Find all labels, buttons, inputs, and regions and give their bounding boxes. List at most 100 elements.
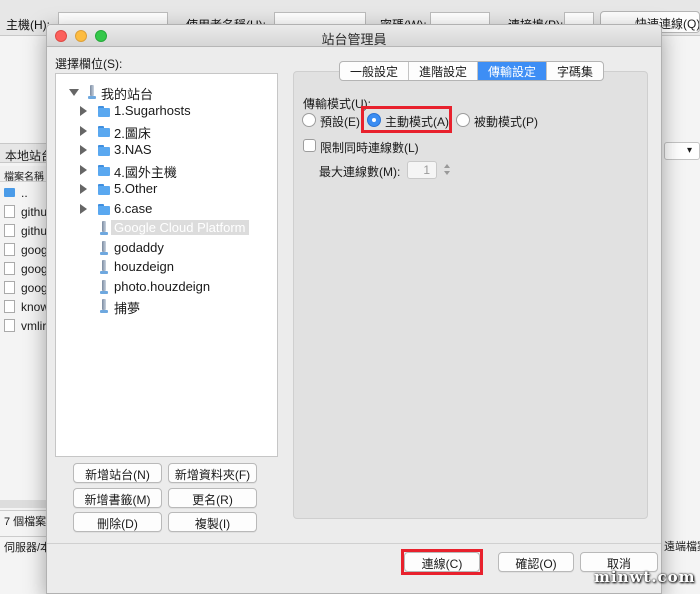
file-icon bbox=[4, 262, 15, 275]
tab-transfer-settings[interactable]: 傳輸設定 bbox=[478, 62, 548, 80]
remote-path-dropdown[interactable]: ▾ bbox=[664, 142, 700, 160]
tree-item-label: houzdeign bbox=[114, 259, 174, 274]
remote-pane bbox=[662, 36, 700, 594]
tree-folder-item[interactable]: 2.圖床 bbox=[56, 122, 276, 141]
tree-folder-item[interactable]: 4.國外主機 bbox=[56, 161, 276, 180]
active-mode-highlight bbox=[361, 106, 452, 133]
host-label: 主機(H): bbox=[6, 18, 50, 32]
local-file-name: goog bbox=[21, 262, 46, 276]
tree-root[interactable]: 我的站台 bbox=[56, 83, 276, 102]
new-site-button[interactable]: 新增站台(N) bbox=[73, 463, 162, 483]
tab-advanced[interactable]: 進階設定 bbox=[409, 62, 479, 80]
tree-folder-item[interactable]: 1.Sugarhosts bbox=[56, 102, 276, 121]
connect-highlight bbox=[401, 549, 483, 575]
expand-icon[interactable] bbox=[80, 106, 87, 116]
new-folder-button[interactable]: 新增資料夾(F) bbox=[168, 463, 257, 483]
new-bookmark-button[interactable]: 新增書籤(M) bbox=[73, 488, 162, 508]
limit-connections-label[interactable]: 限制同時連線數(L) bbox=[320, 139, 419, 156]
tab-general[interactable]: 一般設定 bbox=[340, 62, 410, 80]
file-icon bbox=[4, 300, 15, 313]
mode-passive-radio[interactable] bbox=[456, 113, 470, 127]
folder-icon bbox=[4, 188, 15, 197]
local-file-row[interactable]: githu bbox=[0, 222, 46, 240]
max-connections-input[interactable]: 1 bbox=[407, 161, 437, 179]
copy-button[interactable]: 複製(I) bbox=[168, 512, 257, 532]
local-file-row[interactable]: know bbox=[0, 298, 46, 316]
local-file-name: goog bbox=[21, 243, 46, 257]
local-file-name: vmlir bbox=[21, 319, 46, 333]
tree-item-label: 4.國外主機 bbox=[114, 164, 177, 180]
folder-icon bbox=[98, 184, 110, 195]
file-icon bbox=[4, 319, 15, 332]
server-icon bbox=[100, 299, 108, 314]
tree-item-label: photo.houzdeign bbox=[114, 278, 211, 294]
tree-item-label: 5.Other bbox=[114, 181, 158, 196]
ok-button[interactable]: 確認(O) bbox=[498, 552, 574, 572]
site-manager-dialog: 站台管理員 選擇欄位(S): 我的站台 1.Sugarhosts 2.圖床 3.NA… bbox=[46, 24, 662, 594]
max-connections-stepper[interactable] bbox=[442, 161, 452, 179]
expand-icon[interactable] bbox=[80, 184, 87, 194]
tree-site-item[interactable]: 捕夢 bbox=[56, 297, 276, 316]
expand-icon[interactable] bbox=[80, 145, 87, 155]
delete-button[interactable]: 刪除(D) bbox=[73, 512, 162, 532]
expand-icon[interactable] bbox=[80, 203, 87, 214]
max-connections-label: 最大連線數(M): bbox=[319, 165, 401, 179]
stepper-up-icon[interactable] bbox=[444, 164, 450, 168]
server-icon bbox=[100, 221, 108, 236]
tree-item-label: 捕夢 bbox=[114, 301, 141, 316]
collapse-icon[interactable] bbox=[69, 89, 79, 96]
local-file-name: githu bbox=[21, 205, 46, 219]
folder-icon bbox=[98, 164, 110, 176]
tree-item-label: godaddy bbox=[114, 239, 164, 255]
rename-button[interactable]: 更名(R) bbox=[168, 488, 257, 508]
folder-icon bbox=[98, 125, 110, 137]
tab-charset[interactable]: 字碼集 bbox=[547, 62, 603, 80]
expand-icon[interactable] bbox=[80, 164, 87, 175]
tree-site-item[interactable]: Google Cloud Platform bbox=[56, 219, 276, 238]
settings-tabs: 一般設定 進階設定 傳輸設定 字碼集 bbox=[339, 61, 605, 81]
footer-divider bbox=[47, 543, 661, 544]
watermark: minwt.com bbox=[594, 568, 696, 586]
tree-folder-item[interactable]: 6.case bbox=[56, 200, 276, 219]
local-status: 7 個檔案. bbox=[0, 510, 46, 528]
server-icon bbox=[88, 85, 96, 100]
mode-default-label[interactable]: 預設(E) bbox=[320, 113, 360, 130]
tree-folder-item[interactable]: 5.Other bbox=[56, 180, 276, 199]
expand-icon[interactable] bbox=[80, 125, 87, 136]
tree-site-item[interactable]: houzdeign bbox=[56, 258, 276, 277]
stepper-down-icon[interactable] bbox=[444, 171, 450, 175]
local-file-name: githu bbox=[21, 224, 46, 238]
file-icon bbox=[4, 243, 15, 256]
local-file-row[interactable]: goog bbox=[0, 279, 46, 297]
file-icon bbox=[4, 281, 15, 294]
tree-site-item[interactable]: photo.houzdeign bbox=[56, 278, 276, 297]
local-file-row[interactable]: goog bbox=[0, 260, 46, 278]
server-icon bbox=[100, 260, 108, 275]
tree-folder-item[interactable]: 3.NAS bbox=[56, 141, 276, 160]
site-tree[interactable]: 我的站台 1.Sugarhosts 2.圖床 3.NAS 4.國外主機 5.Other 6… bbox=[55, 73, 278, 457]
dialog-title: 站台管理員 bbox=[321, 32, 387, 47]
server-icon bbox=[100, 240, 108, 256]
tree-item-label: 3.NAS bbox=[114, 142, 152, 157]
local-file-name: goog bbox=[21, 281, 46, 295]
local-file-row[interactable]: .. bbox=[0, 184, 46, 202]
local-file-name: .. bbox=[21, 186, 28, 200]
server-icon bbox=[100, 279, 108, 295]
local-file-row[interactable]: vmlir bbox=[0, 317, 46, 335]
local-site-label: 本地站台 bbox=[0, 143, 46, 163]
local-file-row[interactable]: githu bbox=[0, 203, 46, 221]
queue-header: 伺服器/本 bbox=[0, 536, 46, 554]
limit-connections-checkbox[interactable] bbox=[303, 139, 316, 152]
tree-site-item[interactable]: godaddy bbox=[56, 239, 276, 258]
tree-item-label: 2.圖床 bbox=[114, 125, 151, 141]
tree-item-label: 6.case bbox=[114, 200, 153, 216]
tree-item-label: Google Cloud Platform bbox=[111, 220, 249, 235]
folder-icon bbox=[98, 145, 110, 156]
local-file-row[interactable]: goog bbox=[0, 241, 46, 259]
mode-default-radio[interactable] bbox=[302, 113, 316, 127]
dialog-titlebar: 站台管理員 bbox=[47, 25, 661, 47]
mode-passive-label[interactable]: 被動模式(P) bbox=[474, 113, 538, 130]
file-column-header[interactable]: 檔案名稱 bbox=[0, 166, 46, 182]
local-scrollbar[interactable] bbox=[0, 500, 46, 508]
local-file-name: know bbox=[21, 300, 46, 314]
